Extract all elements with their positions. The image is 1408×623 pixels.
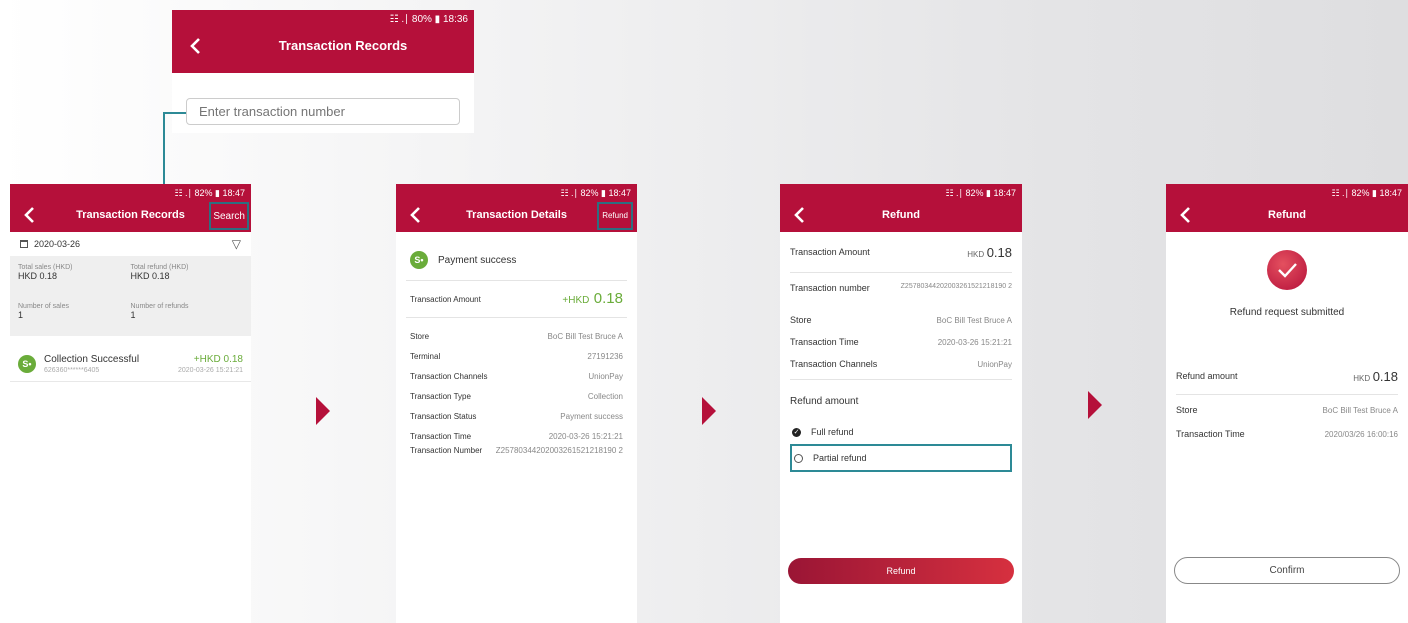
detail-row-store: Store BoC Bill Test Bruce A	[410, 331, 623, 341]
divider	[406, 317, 627, 318]
transaction-search-input[interactable]	[186, 98, 460, 125]
refund-titlebar: Refund	[780, 202, 1022, 232]
records-titlebar: Transaction Records Search	[10, 202, 251, 232]
details-titlebar: Transaction Details Refund	[396, 202, 637, 232]
status-bar: ☷ .∣ 82% ▮ 18:47	[560, 188, 631, 198]
success-message: Refund request submitted	[1229, 307, 1345, 318]
search-button[interactable]: Search	[209, 202, 249, 230]
status-bar: ☷ .∣ 80% ▮ 18:36	[389, 14, 468, 25]
status-bar: ☷ .∣ 82% ▮ 18:47	[1331, 188, 1402, 198]
amount-currency: +HKD	[562, 295, 590, 306]
search-screen: ☷ .∣ 80% ▮ 18:36 Transaction Records	[172, 10, 474, 133]
success-row-time: Transaction Time 2020/03/26 16:00:16	[1176, 429, 1398, 439]
amount-value: 0.18	[986, 244, 1012, 260]
stat-number-sales: Number of sales 1	[18, 303, 69, 320]
stats-panel: Total sales (HKD) HKD 0.18 Total refund …	[10, 256, 251, 336]
transaction-amount-row: Transaction Amount +HKD 0.18	[410, 290, 623, 307]
detail-row-number: Transaction Number Z257803442020032615212…	[410, 446, 623, 455]
amount-currency: HKD	[1353, 373, 1371, 383]
amount-value: 0.18	[1372, 368, 1398, 384]
details-screen: ☷ .∣ 82% ▮ 18:47 Transaction Details Ref…	[396, 184, 637, 623]
stat-number-refunds: Number of refunds 1	[130, 303, 189, 320]
detail-row-terminal: Terminal 27191236	[410, 351, 623, 361]
success-row-store: Store BoC Bill Test Bruce A	[1176, 405, 1398, 415]
refund-screen: ☷ .∣ 82% ▮ 18:47 Refund Transaction Amou…	[780, 184, 1022, 623]
success-appbar: ☷ .∣ 82% ▮ 18:47 Refund	[1166, 184, 1408, 232]
success-check-icon	[1267, 250, 1307, 290]
confirm-button[interactable]: Confirm	[1174, 557, 1400, 584]
connector-line	[163, 112, 186, 114]
stat-total-sales: Total sales (HKD) HKD 0.18	[18, 264, 73, 281]
calendar-icon	[20, 240, 28, 248]
records-screen: ☷ .∣ 82% ▮ 18:47 Transaction Records Sea…	[10, 184, 251, 623]
detail-row-type: Transaction Type Collection	[410, 391, 623, 401]
flow-arrow-icon	[316, 397, 330, 425]
search-titlebar: Transaction Records	[172, 28, 474, 66]
page-title: Refund	[1268, 209, 1306, 221]
item-card: 626360******6405	[44, 366, 100, 374]
success-titlebar: Refund	[1166, 202, 1408, 232]
status-bar: ☷ .∣ 82% ▮ 18:47	[174, 188, 245, 198]
page-title: Transaction Records	[278, 38, 408, 53]
payment-status: S• Payment success	[396, 240, 637, 280]
payment-coin-icon: S•	[410, 251, 428, 269]
refund-row-channels: Transaction Channels UnionPay	[790, 359, 1012, 369]
detail-row-status: Transaction Status Payment success	[410, 411, 623, 421]
refund-amount-label: Refund amount	[790, 396, 859, 407]
search-appbar: ☷ .∣ 80% ▮ 18:36 Transaction Records	[172, 10, 474, 73]
amount-value: 0.18	[593, 290, 623, 307]
stat-total-refund: Total refund (HKD) HKD 0.18	[130, 264, 189, 281]
amount-currency: HKD	[967, 249, 985, 259]
flow-arrow-icon	[1088, 391, 1102, 419]
item-time: 2020-03-26 15:21:21	[178, 366, 243, 374]
unchecked-radio-icon	[794, 453, 803, 463]
divider	[1176, 394, 1398, 395]
date-filter-bar[interactable]: 2020-03-26 ▽	[10, 232, 251, 256]
refund-appbar: ☷ .∣ 82% ▮ 18:47 Refund	[780, 184, 1022, 232]
refund-link-button[interactable]: Refund	[597, 202, 633, 230]
item-amount: +HKD 0.18	[193, 353, 243, 365]
transaction-amount-row: Transaction Amount HKD 0.18	[790, 244, 1012, 260]
refund-row-time: Transaction Time 2020-03-26 15:21:21	[790, 337, 1012, 347]
records-appbar: ☷ .∣ 82% ▮ 18:47 Transaction Records Sea…	[10, 184, 251, 232]
status-bar: ☷ .∣ 82% ▮ 18:47	[945, 188, 1016, 198]
refund-row-number: Transaction number Z257803442020032615212…	[790, 283, 1012, 293]
partial-refund-option[interactable]: Partial refund	[790, 444, 1012, 472]
refund-amount-row: Refund amount HKD 0.18	[1176, 368, 1398, 384]
item-title: Collection Successful	[44, 353, 140, 365]
details-appbar: ☷ .∣ 82% ▮ 18:47 Transaction Details Ref…	[396, 184, 637, 232]
checked-radio-icon: ✓	[792, 427, 801, 437]
list-item[interactable]: S• Collection Successful +HKD 0.18 62636…	[10, 346, 251, 382]
refund-row-store: Store BoC Bill Test Bruce A	[790, 315, 1012, 325]
collection-coin-icon: S•	[18, 354, 36, 373]
detail-row-time: Transaction Time 2020-03-26 15:21:21	[410, 431, 623, 441]
refund-success-screen: ☷ .∣ 82% ▮ 18:47 Refund Refund request s…	[1166, 184, 1408, 623]
full-refund-option[interactable]: ✓ Full refund	[780, 422, 1022, 442]
flow-arrow-icon	[702, 397, 716, 425]
filter-icon[interactable]: ▽	[232, 237, 241, 251]
back-arrow-icon[interactable]	[186, 36, 206, 56]
detail-row-channels: Transaction Channels UnionPay	[410, 371, 623, 381]
filter-date: 2020-03-26	[34, 239, 81, 249]
refund-submit-button[interactable]: Refund	[788, 558, 1014, 584]
page-title: Refund	[882, 209, 920, 221]
